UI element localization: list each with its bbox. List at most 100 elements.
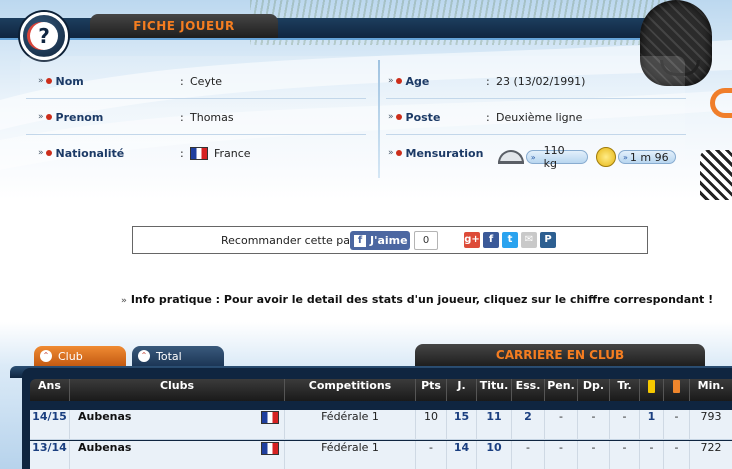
row-separator <box>386 134 686 135</box>
col-yellow-card[interactable] <box>640 379 664 401</box>
label: Age <box>405 74 430 88</box>
cell-tr: - <box>610 441 640 469</box>
table-row: 13/14 Aubenas Fédérale 1 - 14 10 - - - -… <box>30 441 732 469</box>
cell-titu[interactable]: 11 <box>477 410 512 440</box>
facebook-like-button[interactable]: f J'aime <box>350 231 410 250</box>
col-dp[interactable]: Dp. <box>578 379 610 401</box>
tab-total[interactable]: ⌃ Total <box>132 346 224 366</box>
tab-club[interactable]: ⌃ Club <box>34 346 126 366</box>
cell-pen: - <box>545 441 578 469</box>
cell-competition: Fédérale 1 <box>285 410 416 440</box>
cell-min: 722 <box>700 441 722 454</box>
cell-titu[interactable]: 10 <box>477 441 512 469</box>
colon: : <box>486 110 490 124</box>
bullet-arrow-icon: » <box>38 148 44 158</box>
col-clubs[interactable]: Clubs <box>70 379 285 401</box>
info-poste: » Poste : Deuxième ligne <box>388 107 688 127</box>
row-separator <box>26 134 366 135</box>
player-page: ? FICHE JOUEUR » Nom : Ceyte » Prenom : … <box>0 0 732 469</box>
cell-ans: 13/14 <box>30 441 70 469</box>
cell-ess: - <box>512 441 545 469</box>
label: Prenom <box>55 110 104 124</box>
bullet-arrow-icon: » <box>388 76 394 86</box>
cell-yellow-cards: - <box>640 441 664 469</box>
weight: 110 kg <box>543 144 565 170</box>
col-competitions[interactable]: Competitions <box>285 379 416 401</box>
red-dot-icon <box>395 78 402 84</box>
value: France <box>214 146 251 160</box>
col-ans[interactable]: Ans <box>30 379 70 401</box>
bullet-arrow-icon: » <box>388 112 394 122</box>
info-prenom: » Prenom : Thomas <box>38 107 378 127</box>
cell-pts: - <box>416 441 447 469</box>
label: Nationalité <box>55 146 125 160</box>
info-nationalite: » Nationalité : France <box>38 143 378 163</box>
cell-tr: - <box>610 410 640 440</box>
value: Thomas <box>190 110 234 124</box>
cell-pts[interactable]: 10 <box>416 410 447 440</box>
career-title: CARRIERE EN CLUB <box>415 344 705 366</box>
cell-dp: - <box>578 410 610 440</box>
col-min[interactable]: Min. <box>690 379 732 401</box>
measuring-tape-icon <box>596 147 616 167</box>
colon: : <box>180 74 184 88</box>
cell-competition: Fédérale 1 <box>285 441 416 469</box>
france-flag-icon <box>260 441 279 455</box>
cell-dp: - <box>578 441 610 469</box>
chevron-icon: ⌃ <box>138 350 150 362</box>
arrow-icon: » <box>121 296 127 306</box>
tab-label: Club <box>58 349 83 363</box>
bullet-arrow-icon: » <box>38 112 44 122</box>
cell-orange-cards: - <box>664 410 690 440</box>
red-dot-icon <box>45 78 52 84</box>
twitter-icon[interactable]: t <box>502 232 518 248</box>
row-separator <box>386 98 686 99</box>
weight-pill: » 110 kg <box>525 144 588 170</box>
glove-image <box>700 150 732 200</box>
col-pts[interactable]: Pts <box>416 379 447 401</box>
info-pratique: » Info pratique : Pour avoir le detail de… <box>121 293 713 306</box>
height-value: » 1 m 96 <box>596 147 686 167</box>
france-flag-icon <box>260 410 279 424</box>
cell-yellow-cards[interactable]: 1 <box>640 410 664 440</box>
col-titu[interactable]: Titu. <box>477 379 512 401</box>
scale-gauge-icon <box>498 150 524 164</box>
bullet-arrow-icon: » <box>388 148 394 158</box>
col-j[interactable]: J. <box>447 379 477 401</box>
red-dot-icon <box>395 114 402 120</box>
arrow-icon: » <box>623 152 628 162</box>
yellow-card-icon <box>648 379 655 393</box>
cell-club[interactable]: Aubenas <box>70 441 285 469</box>
cell-ans: 14/15 <box>30 410 70 440</box>
orange-card-icon <box>673 379 680 393</box>
chevron-icon: ⌃ <box>40 350 52 362</box>
col-orange-card[interactable] <box>664 379 690 401</box>
colon: : <box>180 146 184 160</box>
like-count: 0 <box>414 231 438 250</box>
colon: : <box>486 74 490 88</box>
red-dot-icon <box>395 150 402 156</box>
height-pill: » 1 m 96 <box>618 150 676 164</box>
col-tr[interactable]: Tr. <box>610 379 640 401</box>
nationality-value: France <box>190 146 251 160</box>
facebook-icon: f <box>354 234 366 247</box>
cell-j[interactable]: 14 <box>447 441 477 469</box>
info-pratique-text: Info pratique : Pour avoir le detail des… <box>130 293 714 306</box>
career-table-header: Ans Clubs Competitions Pts J. Titu. Ess.… <box>30 379 732 401</box>
cell-pen: - <box>545 410 578 440</box>
col-ess[interactable]: Ess. <box>512 379 545 401</box>
header-banner: ? FICHE JOUEUR » Nom : Ceyte » Prenom : … <box>0 0 732 200</box>
recommend-box: Recommander cette page f J'aime 0 g+ f t… <box>132 226 648 254</box>
table-row: 14/15 Aubenas Fédérale 1 10 15 11 2 - - … <box>30 410 732 440</box>
email-icon[interactable]: ✉ <box>521 232 537 248</box>
print-icon[interactable]: P <box>540 232 556 248</box>
bullet-arrow-icon: » <box>38 76 44 86</box>
col-pen[interactable]: Pen. <box>545 379 578 401</box>
google-plus-icon[interactable]: g+ <box>464 232 480 248</box>
cell-j[interactable]: 15 <box>447 410 477 440</box>
red-dot-icon <box>45 114 52 120</box>
cell-ess[interactable]: 2 <box>512 410 545 440</box>
info-nom: » Nom : Ceyte <box>38 71 378 91</box>
cell-club[interactable]: Aubenas <box>70 410 285 440</box>
facebook-icon[interactable]: f <box>483 232 499 248</box>
